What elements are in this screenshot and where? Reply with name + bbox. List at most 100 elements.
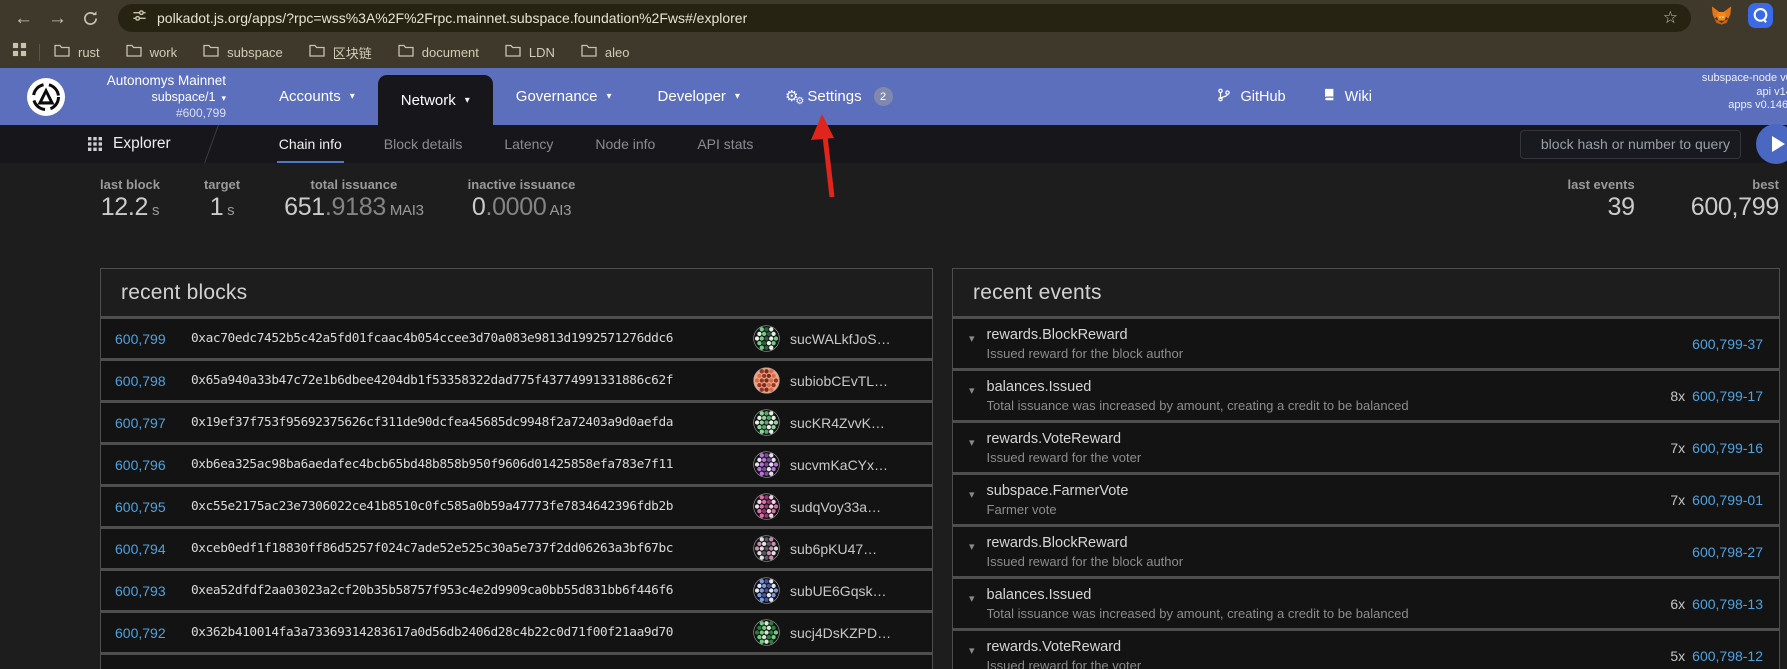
block-author[interactable]: sucWALkfJoS…	[790, 331, 918, 347]
browser-toolbar: ← → polkadot.js.org/apps/?rpc=wss%3A%2F%…	[0, 0, 1787, 36]
event-block-link[interactable]: 600,799-17	[1692, 388, 1763, 404]
profile-avatar[interactable]	[1748, 3, 1773, 33]
folder-icon	[398, 43, 414, 62]
nav-developer[interactable]: Developer▾	[635, 68, 763, 125]
nav-label: Governance	[516, 88, 598, 105]
site-info-icon[interactable]	[132, 8, 147, 28]
bookmark-label: document	[422, 45, 479, 60]
event-main: balances.Issued Total issuance was increa…	[987, 587, 1671, 621]
event-description: Farmer vote	[987, 502, 1671, 517]
expand-caret-icon[interactable]: ▾	[969, 332, 975, 345]
nav-governance[interactable]: Governance▾	[493, 68, 635, 125]
author-identicon[interactable]	[753, 367, 780, 394]
author-identicon[interactable]	[753, 409, 780, 436]
block-number-link[interactable]: 600,795	[115, 499, 187, 515]
expand-caret-icon[interactable]: ▾	[969, 644, 975, 657]
stat-last-events: last events39	[1568, 177, 1635, 222]
metamask-extension-icon[interactable]	[1710, 5, 1733, 32]
block-author[interactable]: sub6pKU47…	[790, 541, 918, 557]
author-identicon[interactable]	[753, 325, 780, 352]
chevron-down-icon: ▾	[735, 91, 740, 102]
tab-block-details[interactable]: Block details	[363, 125, 484, 163]
block-number-link[interactable]: 600,798	[115, 373, 187, 389]
autonomys-logo[interactable]	[26, 77, 66, 117]
author-identicon[interactable]	[753, 619, 780, 646]
expand-caret-icon[interactable]: ▾	[969, 488, 975, 501]
table-row	[101, 655, 932, 669]
event-block-link[interactable]: 600,798-13	[1692, 596, 1763, 612]
list-item: ▾subspace.FarmerVoteFarmer vote7x600,799…	[953, 475, 1779, 524]
block-author[interactable]: sucKR4ZvvK…	[790, 415, 918, 431]
block-number-link[interactable]: 600,794	[115, 541, 187, 557]
block-number-link[interactable]: 600,796	[115, 457, 187, 473]
bookmark-folder[interactable]: LDN	[505, 43, 555, 62]
tab-chain-info[interactable]: Chain info	[258, 125, 363, 163]
bookmark-folder[interactable]: document	[398, 43, 479, 62]
expand-caret-icon[interactable]: ▾	[969, 436, 975, 449]
author-identicon[interactable]	[753, 451, 780, 478]
table-row: 600,7980x65a940a33b47c72e1b6dbee4204db1f…	[101, 361, 932, 400]
tab-latency[interactable]: Latency	[483, 125, 574, 163]
event-description: Issued reward for the voter	[987, 450, 1671, 465]
event-block-link[interactable]: 600,799-37	[1692, 336, 1763, 352]
back-icon[interactable]: ←	[14, 9, 33, 28]
event-name: balances.Issued	[987, 587, 1671, 603]
table-row: 600,7930xea52dfdf2aa03023a2cf20b35b58757…	[101, 571, 932, 610]
address-bar[interactable]: polkadot.js.org/apps/?rpc=wss%3A%2F%2Frp…	[118, 4, 1691, 32]
bookmark-folder[interactable]: rust	[54, 43, 100, 62]
block-author[interactable]: sudqVoy33a…	[790, 499, 918, 515]
bookmark-folder[interactable]: 区块链	[309, 43, 372, 62]
block-number-link[interactable]: 600,799	[115, 331, 187, 347]
block-search-input[interactable]	[1521, 131, 1740, 158]
tabs: Chain infoBlock detailsLatencyNode infoA…	[258, 125, 775, 163]
block-author[interactable]: subiobCEvTL…	[790, 373, 918, 389]
tab-node-info[interactable]: Node info	[574, 125, 676, 163]
version-info: subspace-node v0.1 api v14.3 apps v0.146…	[1702, 72, 1787, 113]
stat-value: 12.2 s	[100, 193, 160, 222]
forward-icon[interactable]: →	[48, 9, 67, 28]
block-number-link[interactable]: 600,793	[115, 583, 187, 599]
expand-caret-icon[interactable]: ▾	[969, 540, 975, 553]
author-identicon[interactable]	[753, 577, 780, 604]
author-identicon[interactable]	[753, 535, 780, 562]
link-wiki[interactable]: Wiki	[1322, 87, 1372, 107]
explorer-tabbar: Explorer Chain infoBlock detailsLatencyN…	[0, 125, 1787, 163]
folder-icon	[203, 43, 219, 62]
divider	[39, 44, 40, 61]
nav-accounts[interactable]: Accounts▾	[256, 68, 378, 125]
chain-info[interactable]: Autonomys Mainnet subspace/1▾ #600,799	[78, 72, 226, 121]
bookmarks-bar: rust work subspace 区块链 document LDN aleo	[0, 36, 1787, 68]
event-description: Total issuance was increased by amount, …	[987, 606, 1671, 621]
stat-value: 0.0000 AI3	[468, 193, 576, 222]
event-block-link[interactable]: 600,798-27	[1692, 544, 1763, 560]
event-block-link[interactable]: 600,798-12	[1692, 648, 1763, 664]
chain-spec[interactable]: subspace/1▾	[78, 89, 226, 105]
folder-icon	[309, 43, 325, 62]
tab-api-stats[interactable]: API stats	[676, 125, 774, 163]
table-row: 600,7940xceb0edf1f18830ff86d5257f024c7ad…	[101, 529, 932, 568]
author-identicon[interactable]	[753, 493, 780, 520]
refresh-icon[interactable]	[82, 10, 99, 27]
expand-caret-icon[interactable]: ▾	[969, 384, 975, 397]
bookmark-folder[interactable]: aleo	[581, 43, 630, 62]
section-explorer[interactable]: Explorer	[88, 135, 171, 153]
event-block-link[interactable]: 600,799-16	[1692, 440, 1763, 456]
stat-label: total issuance	[284, 177, 424, 192]
block-number-link[interactable]: 600,797	[115, 415, 187, 431]
bookmark-folder[interactable]: work	[126, 43, 177, 62]
event-index: 8x600,799-17	[1670, 388, 1763, 404]
block-author[interactable]: sucj4DsKZPD…	[790, 625, 918, 641]
nav-network[interactable]: Network▾	[378, 75, 493, 125]
expand-caret-icon[interactable]: ▾	[969, 592, 975, 605]
nav-settings[interactable]: ⚙⚙ Settings 2	[785, 87, 893, 106]
bookmark-star-icon[interactable]: ☆	[1663, 8, 1678, 28]
block-author[interactable]: subUE6Gqsk…	[790, 583, 918, 599]
link-github[interactable]: GitHub	[1217, 87, 1285, 107]
block-author[interactable]: sucvmKaCYx…	[790, 457, 918, 473]
url-text[interactable]: polkadot.js.org/apps/?rpc=wss%3A%2F%2Frp…	[157, 10, 747, 26]
bookmark-folder[interactable]: subspace	[203, 43, 283, 62]
block-number-link[interactable]: 600,792	[115, 625, 187, 641]
event-block-link[interactable]: 600,799-01	[1692, 492, 1763, 508]
apps-grid-icon[interactable]	[12, 42, 27, 62]
stat-value: 651.9183 MAI3	[284, 193, 424, 222]
